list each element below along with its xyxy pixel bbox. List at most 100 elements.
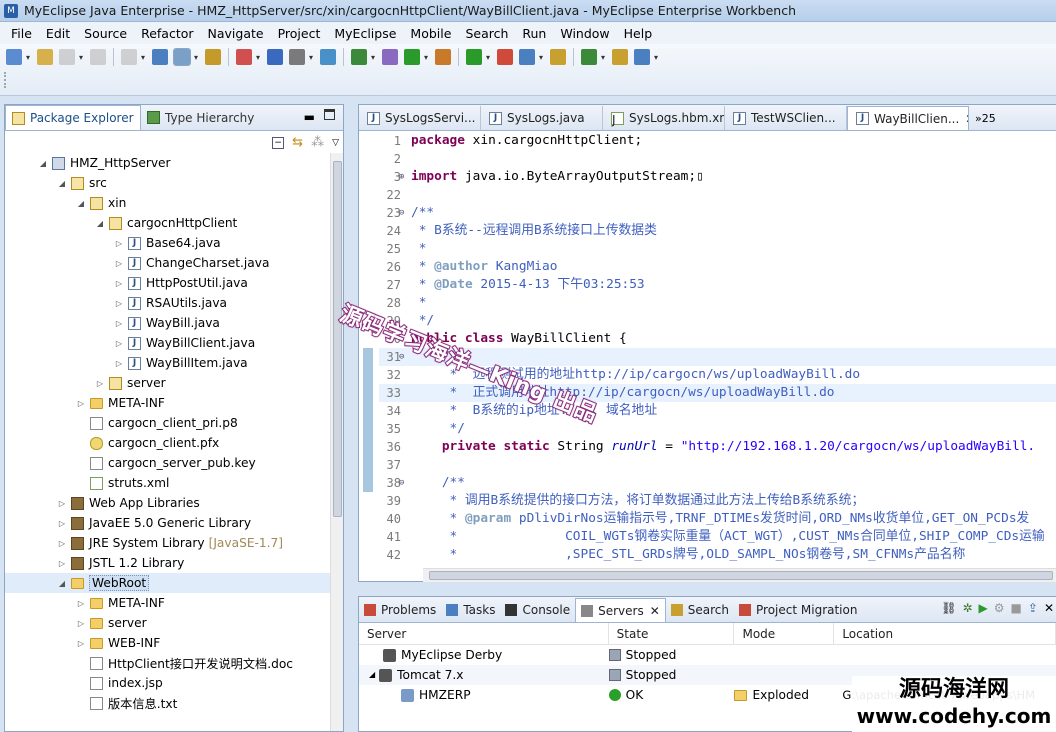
collapsed-arrow-icon[interactable]: ▷ <box>76 619 86 628</box>
expanded-arrow-icon[interactable]: ◢ <box>76 199 86 208</box>
save-icon[interactable] <box>59 49 75 65</box>
tree-item[interactable]: ▷ Web App Libraries <box>5 493 331 513</box>
collapsed-arrow-icon[interactable]: ▷ <box>76 599 86 608</box>
dropdown-arrow-icon[interactable]: ▾ <box>256 53 263 62</box>
tree-item[interactable]: ▷ J ChangeCharset.java <box>5 253 331 273</box>
menu-source[interactable]: Source <box>77 26 134 41</box>
column-header-location[interactable]: Location <box>834 622 1056 645</box>
close-icon[interactable]: ✕ <box>650 604 660 618</box>
tree-item[interactable]: ▷ J HttpPostUtil.java <box>5 273 331 293</box>
collapsed-arrow-icon[interactable]: ▷ <box>114 279 124 288</box>
menu-run[interactable]: Run <box>515 26 553 41</box>
tomcat-icon[interactable] <box>581 49 597 65</box>
column-header-state[interactable]: State <box>609 622 735 645</box>
run-icon[interactable] <box>404 49 420 65</box>
dropdown-arrow-icon[interactable]: ▾ <box>539 53 546 62</box>
tab-search[interactable]: Search <box>666 598 734 622</box>
view-menu-icon[interactable]: ▽ <box>332 138 339 148</box>
new-project-icon[interactable] <box>37 49 53 65</box>
more-tabs-button[interactable]: »25 <box>969 106 1002 130</box>
collapsed-arrow-icon[interactable]: ▷ <box>114 339 124 348</box>
tab-problems[interactable]: Problems <box>359 598 441 622</box>
close-icon[interactable]: ✕ <box>1044 601 1054 615</box>
tree-item[interactable]: ▷ J WayBillClient.java <box>5 333 331 353</box>
package-icon[interactable] <box>205 49 221 65</box>
tree-item[interactable]: ▷ WEB-INF <box>5 633 331 653</box>
tree-item[interactable]: cargocn_server_pub.key <box>5 453 331 473</box>
menu-window[interactable]: Window <box>553 26 616 41</box>
dropdown-arrow-icon[interactable]: ▾ <box>371 53 378 62</box>
outline-icon[interactable] <box>173 48 191 66</box>
tree-item[interactable]: ▷ J WayBillItem.java <box>5 353 331 373</box>
column-header-server[interactable]: Server <box>359 622 609 645</box>
menu-edit[interactable]: Edit <box>39 26 77 41</box>
expanded-arrow-icon[interactable]: ◢ <box>57 179 67 188</box>
debug-server-icon[interactable]: ✲ <box>962 601 972 615</box>
editor-tab[interactable]: J SysLogsServi... <box>359 106 481 130</box>
fold-collapse-icon[interactable]: ⊖ <box>399 474 404 492</box>
explorer-vertical-scrollbar[interactable] <box>330 153 343 731</box>
build-icon[interactable] <box>267 49 283 65</box>
scrollbar-thumb[interactable] <box>429 571 1053 580</box>
menu-myeclipse[interactable]: MyEclipse <box>327 26 403 41</box>
link-with-editor-icon[interactable]: ⇆ <box>292 135 303 150</box>
server-row[interactable]: MyEclipse Derby Stopped <box>359 645 1056 665</box>
collapsed-arrow-icon[interactable]: ▷ <box>114 299 124 308</box>
tree-item[interactable]: ◢ cargocnHttpClient <box>5 213 331 233</box>
tree-item[interactable]: ▷ server <box>5 373 331 393</box>
dropdown-arrow-icon[interactable]: ▾ <box>79 53 86 62</box>
tree-item[interactable]: ▷ J Base64.java <box>5 233 331 253</box>
dropdown-arrow-icon[interactable]: ▾ <box>424 53 431 62</box>
debug-icon[interactable] <box>435 49 451 65</box>
menu-mobile[interactable]: Mobile <box>403 26 458 41</box>
folder-icon[interactable] <box>550 49 566 65</box>
tree-item[interactable]: ▷ JavaEE 5.0 Generic Library <box>5 513 331 533</box>
save-all-icon[interactable] <box>90 49 106 65</box>
tab-tasks[interactable]: Tasks <box>441 598 500 622</box>
refresh-icon[interactable] <box>351 49 367 65</box>
menu-search[interactable]: Search <box>458 26 515 41</box>
dropdown-arrow-icon[interactable]: ▾ <box>486 53 493 62</box>
editor-tab[interactable]: J TestWSClien... <box>725 106 847 130</box>
start-server-icon[interactable]: ▶ <box>979 601 988 615</box>
expanded-arrow-icon[interactable]: ◢ <box>369 665 375 685</box>
menu-file[interactable]: File <box>4 26 39 41</box>
tree-item[interactable]: ▷ META-INF <box>5 593 331 613</box>
tree-item[interactable]: ◢ src <box>5 173 331 193</box>
collapsed-arrow-icon[interactable]: ▷ <box>114 239 124 248</box>
browser-icon[interactable] <box>634 49 650 65</box>
fold-expand-icon[interactable]: ⊕ <box>399 168 404 186</box>
server-icon[interactable] <box>497 49 513 65</box>
collapsed-arrow-icon[interactable]: ▷ <box>57 499 67 508</box>
dropdown-arrow-icon[interactable]: ▾ <box>141 53 148 62</box>
stop-server-icon[interactable]: ■ <box>1011 601 1022 615</box>
print-icon[interactable] <box>121 49 137 65</box>
menu-refactor[interactable]: Refactor <box>134 26 200 41</box>
editor-horizontal-scrollbar[interactable] <box>423 568 1056 582</box>
globe-icon[interactable] <box>519 49 535 65</box>
tree-item[interactable]: ▷ J RSAUtils.java <box>5 293 331 313</box>
collapsed-arrow-icon[interactable]: ▷ <box>76 399 86 408</box>
dropdown-arrow-icon[interactable]: ▾ <box>194 53 201 62</box>
editor-tab[interactable]: J SysLogs.java <box>481 106 603 130</box>
collapsed-arrow-icon[interactable]: ▷ <box>95 379 105 388</box>
copy-icon[interactable] <box>382 49 398 65</box>
collapsed-arrow-icon[interactable]: ▷ <box>57 539 67 548</box>
open-type-icon[interactable] <box>152 49 168 65</box>
tree-item[interactable]: ◢ WebRoot <box>5 573 331 593</box>
collapse-icon[interactable]: ⛓ <box>941 601 956 615</box>
column-header-mode[interactable]: Mode <box>734 622 835 645</box>
tree-item[interactable]: ◢ HMZ_HttpServer <box>5 153 331 173</box>
deploy-icon[interactable] <box>236 49 252 65</box>
new-icon[interactable] <box>6 49 22 65</box>
expanded-arrow-icon[interactable]: ◢ <box>95 219 105 228</box>
collapsed-arrow-icon[interactable]: ▷ <box>114 359 124 368</box>
tree-item[interactable]: ▷ server <box>5 613 331 633</box>
tree-item[interactable]: HttpClient接口开发说明文档.doc <box>5 653 331 673</box>
collapsed-arrow-icon[interactable]: ▷ <box>76 639 86 648</box>
tree-item[interactable]: ▷ META-INF <box>5 393 331 413</box>
scrollbar-thumb[interactable] <box>333 161 342 517</box>
expanded-arrow-icon[interactable]: ◢ <box>57 579 67 588</box>
search-icon[interactable] <box>320 49 336 65</box>
dropdown-arrow-icon[interactable]: ▾ <box>26 53 33 62</box>
